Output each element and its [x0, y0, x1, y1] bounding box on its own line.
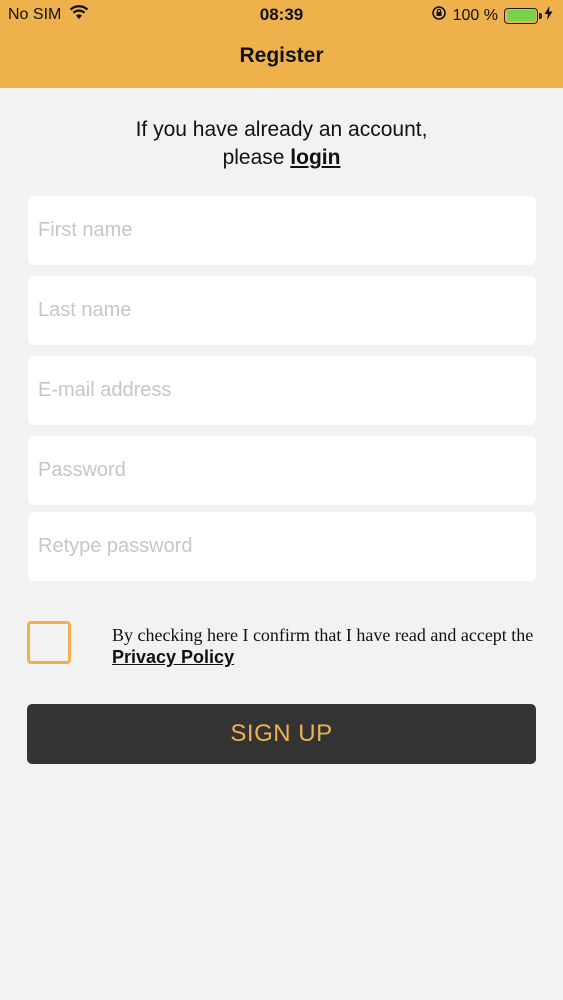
- privacy-consent-checkbox[interactable]: [27, 621, 71, 664]
- privacy-policy-link[interactable]: Privacy Policy: [112, 647, 234, 667]
- battery-fill: [506, 10, 536, 21]
- login-prompt: If you have already an account, please l…: [0, 116, 563, 172]
- last-name-input[interactable]: [28, 276, 536, 345]
- email-input[interactable]: [28, 356, 536, 425]
- status-bar: No SIM 08:39 100 %: [0, 0, 563, 30]
- battery-percent: 100 %: [452, 6, 498, 24]
- retype-password-input[interactable]: [28, 512, 536, 581]
- charging-bolt-icon: [544, 6, 553, 25]
- rotation-lock-icon: [431, 5, 447, 26]
- login-prompt-prefix: please: [222, 146, 291, 169]
- first-name-input[interactable]: [28, 196, 536, 265]
- status-right: 100 %: [431, 5, 553, 26]
- nav-header: No SIM 08:39 100 % Register: [0, 0, 563, 88]
- privacy-consent-text: By checking here I confirm that I have r…: [112, 624, 542, 668]
- login-link[interactable]: login: [290, 146, 340, 169]
- password-input[interactable]: [28, 436, 536, 505]
- page-title: Register: [239, 44, 324, 67]
- consent-label: By checking here I confirm that I have r…: [112, 625, 534, 645]
- battery-icon: [504, 7, 542, 24]
- sign-up-button[interactable]: SIGN UP: [27, 704, 536, 764]
- login-prompt-line2: please login: [0, 144, 563, 172]
- login-prompt-line1: If you have already an account,: [135, 118, 428, 141]
